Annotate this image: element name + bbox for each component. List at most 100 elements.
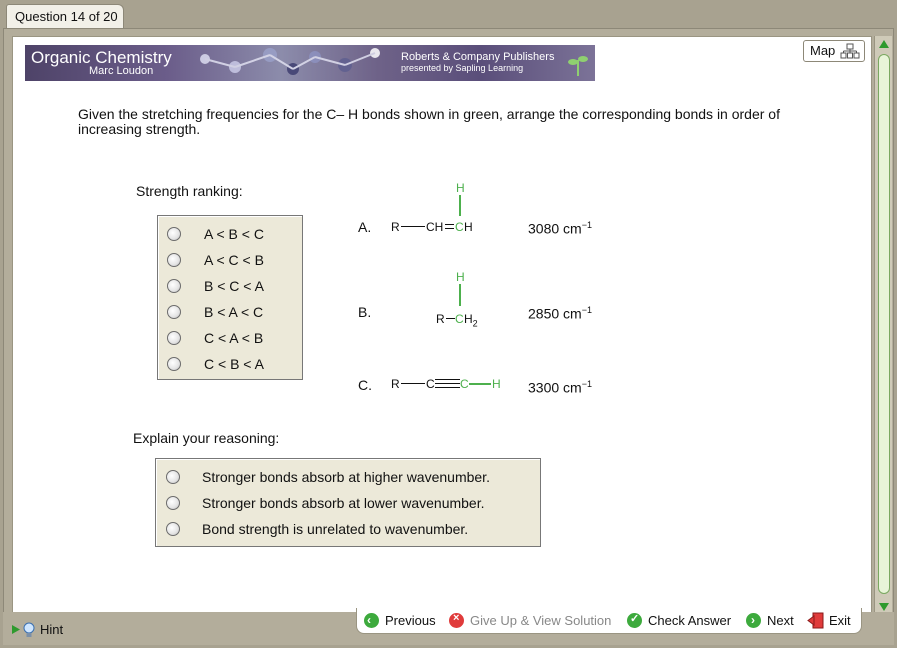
- frequency-exponent: −1: [581, 220, 592, 230]
- triple-bond-bottom: [435, 387, 460, 388]
- double-bond-upper: [445, 224, 454, 225]
- sprout-icon: [568, 56, 588, 76]
- frequency-value: 2850 cm: [528, 305, 582, 322]
- course-banner: Organic Chemistry Marc Loudon Roberts & …: [25, 45, 595, 81]
- radio-button[interactable]: [167, 279, 181, 293]
- next-label: Next: [767, 613, 794, 628]
- molecule-b-c: C: [455, 312, 464, 326]
- single-bond: [446, 318, 455, 319]
- next-arrow-glyph: ›: [751, 613, 755, 627]
- ranking-option-label: B < C < A: [204, 278, 264, 294]
- molecule-a-ch-bond: [459, 195, 461, 216]
- scroll-down-icon[interactable]: [878, 602, 890, 612]
- molecule-a-c: C: [455, 220, 464, 234]
- molecule-c-letter: C.: [358, 377, 372, 393]
- ranking-option-label: A < B < C: [204, 226, 264, 242]
- frequency-exponent: −1: [581, 379, 592, 389]
- molecule-a-r: R: [391, 220, 400, 234]
- ranking-options-box: A < B < C A < C < B B < C < A B < A < C …: [157, 215, 303, 380]
- reasoning-option-label: Stronger bonds absorb at lower wavenumbe…: [202, 495, 485, 511]
- radio-button[interactable]: [167, 331, 181, 345]
- radio-button[interactable]: [167, 227, 181, 241]
- map-label: Map: [810, 43, 836, 58]
- ranking-option[interactable]: B < A < C: [167, 303, 297, 323]
- check-answer-button[interactable]: ✓ Check Answer: [627, 612, 739, 630]
- exit-door-icon: [807, 612, 824, 629]
- frequency-exponent: −1: [581, 305, 592, 315]
- exit-button[interactable]: Exit: [807, 612, 857, 630]
- previous-label: Previous: [385, 613, 436, 628]
- molecule-b-h: H: [464, 312, 473, 326]
- publisher-name: Roberts & Company Publishers: [401, 51, 555, 63]
- molecule-b-letter: B.: [358, 304, 372, 320]
- ranking-option-label: C < A < B: [204, 330, 264, 346]
- hint-button[interactable]: Hint: [12, 620, 92, 640]
- triple-bond-top: [435, 379, 460, 380]
- scroll-thumb[interactable]: [878, 54, 890, 594]
- molecule-c-r: R: [391, 377, 400, 391]
- radio-button[interactable]: [166, 470, 180, 484]
- molecule-a-h: H: [464, 220, 473, 234]
- molecule-c-frequency: 3300 cm−1: [528, 379, 592, 396]
- question-tab[interactable]: Question 14 of 20: [6, 4, 124, 28]
- course-author: Marc Loudon: [89, 65, 154, 77]
- presented-by: presented by Sapling Learning: [401, 63, 524, 73]
- molecule-c-c2: C: [460, 377, 469, 391]
- radio-button[interactable]: [167, 253, 181, 267]
- molecule-c-h: H: [492, 377, 501, 391]
- double-bond-lower: [445, 228, 454, 229]
- ranking-option[interactable]: A < B < C: [167, 225, 297, 245]
- question-tab-label: Question 14 of 20: [15, 9, 118, 24]
- action-bar: ‹ Previous × Give Up & View Solution ✓ C…: [356, 608, 862, 634]
- ranking-option[interactable]: C < A < B: [167, 329, 297, 349]
- reasoning-option-label: Bond strength is unrelated to wavenumber…: [202, 521, 469, 537]
- triple-bond-middle: [435, 383, 460, 384]
- molecule-a-letter: A.: [358, 219, 372, 235]
- radio-button[interactable]: [167, 357, 181, 371]
- exit-label: Exit: [829, 613, 851, 628]
- previous-arrow-glyph: ‹: [367, 613, 371, 627]
- give-up-label: Give Up & View Solution: [470, 613, 612, 628]
- map-button[interactable]: Map: [803, 40, 865, 62]
- molecule-b-top-h: H: [456, 270, 465, 284]
- reasoning-option[interactable]: Stronger bonds absorb at higher wavenumb…: [166, 467, 536, 487]
- ranking-option-label: A < C < B: [204, 252, 264, 268]
- molecule-a-top-h: H: [456, 181, 465, 195]
- ranking-option-label: C < B < A: [204, 356, 264, 372]
- reasoning-option[interactable]: Stronger bonds absorb at lower wavenumbe…: [166, 493, 536, 513]
- molecule-c-ch-bond: [469, 383, 491, 385]
- check-answer-label: Check Answer: [648, 613, 732, 628]
- play-arrow-icon: [12, 625, 20, 634]
- radio-button[interactable]: [167, 305, 181, 319]
- molecule-b-ch-bond: [459, 284, 461, 306]
- molecule-b-frequency: 2850 cm−1: [528, 305, 592, 322]
- give-up-button[interactable]: × Give Up & View Solution: [449, 612, 621, 630]
- next-button[interactable]: › Next: [746, 612, 798, 630]
- scroll-up-icon[interactable]: [878, 39, 890, 49]
- radio-button[interactable]: [166, 496, 180, 510]
- ranking-option[interactable]: A < C < B: [167, 251, 297, 271]
- lightbulb-icon: [23, 622, 35, 637]
- molecule-c-c1: C: [426, 377, 435, 391]
- molecule-b-r: R: [436, 312, 445, 326]
- strength-ranking-label: Strength ranking:: [136, 183, 243, 199]
- frequency-value: 3300 cm: [528, 379, 582, 396]
- molecule-b-subscript: 2: [472, 318, 478, 329]
- ranking-option[interactable]: B < C < A: [167, 277, 297, 297]
- checkmark-glyph: ✓: [630, 613, 640, 625]
- reasoning-option[interactable]: Bond strength is unrelated to wavenumber…: [166, 519, 536, 539]
- single-bond: [401, 383, 425, 384]
- molecule-decoration-icon: [200, 48, 380, 75]
- frequency-value: 3080 cm: [528, 220, 582, 237]
- sitemap-icon: [840, 43, 860, 59]
- radio-button[interactable]: [166, 522, 180, 536]
- question-text: Given the stretching frequencies for the…: [78, 106, 780, 137]
- single-bond: [401, 226, 425, 227]
- ranking-option-label: B < A < C: [204, 304, 264, 320]
- molecule-b-h2: H2: [464, 312, 478, 328]
- vertical-scrollbar[interactable]: [874, 36, 892, 619]
- reasoning-options-box: Stronger bonds absorb at higher wavenumb…: [155, 458, 541, 547]
- previous-button[interactable]: ‹ Previous: [364, 612, 440, 630]
- reasoning-option-label: Stronger bonds absorb at higher wavenumb…: [202, 469, 490, 485]
- ranking-option[interactable]: C < B < A: [167, 355, 297, 375]
